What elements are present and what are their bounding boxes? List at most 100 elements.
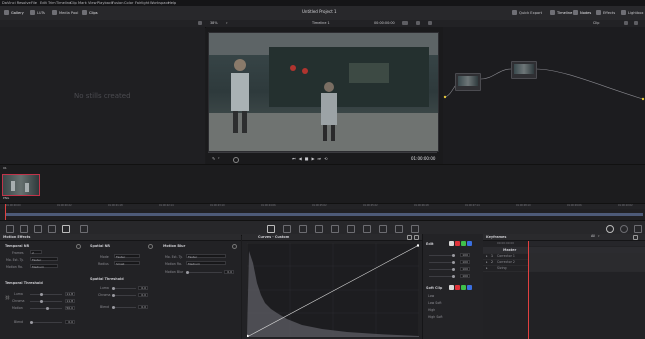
blur-mo-est-select[interactable]: Faster xyxy=(186,254,226,259)
curve-intensity-slider-4[interactable] xyxy=(429,275,455,278)
curve-intensity-slider-2[interactable] xyxy=(429,261,455,264)
scopes-icon[interactable] xyxy=(620,225,628,233)
expand-icon[interactable]: ▸ xyxy=(486,266,488,270)
channel-blue-swatch[interactable] xyxy=(467,241,472,246)
spatial-chroma-slider[interactable] xyxy=(112,294,136,297)
softclip-red-swatch[interactable] xyxy=(455,285,460,290)
channel-value-3[interactable]: 100 xyxy=(460,267,470,271)
menu-trim[interactable]: Trim xyxy=(48,1,56,5)
camera-raw-icon[interactable] xyxy=(6,225,14,233)
info-icon[interactable] xyxy=(634,225,642,233)
sizing-icon[interactable] xyxy=(395,225,403,233)
expand-icon[interactable]: ▸ xyxy=(486,254,488,258)
curve-intensity-slider-1[interactable] xyxy=(429,254,455,257)
menu-mark[interactable]: Mark xyxy=(78,1,87,5)
spatial-radius-select[interactable]: Small xyxy=(114,261,140,266)
softclip-blue-swatch[interactable] xyxy=(467,285,472,290)
timeline-name[interactable]: Timeline 1 xyxy=(312,21,330,25)
key-icon[interactable] xyxy=(379,225,387,233)
keyframes-options-icon[interactable] xyxy=(633,235,638,240)
timeline-toggle[interactable]: Timeline xyxy=(550,10,572,15)
motion-effects-icon[interactable] xyxy=(62,225,70,233)
curve-intensity-slider-3[interactable] xyxy=(429,268,455,271)
blend-slider[interactable] xyxy=(30,321,62,324)
menu-clip[interactable]: Clip xyxy=(70,1,77,5)
color-wheels-icon[interactable] xyxy=(34,225,42,233)
reset-icon[interactable] xyxy=(148,244,153,249)
settings-icon[interactable] xyxy=(416,21,420,25)
chevron-down-icon[interactable]: ▾ xyxy=(218,157,220,160)
motion-slider[interactable] xyxy=(30,307,62,310)
highlight-icon[interactable] xyxy=(233,157,239,163)
tracker-icon[interactable] xyxy=(331,225,339,233)
channel-white-swatch[interactable] xyxy=(449,241,454,246)
blur-motion-range-select[interactable]: Medium xyxy=(186,261,226,266)
motion-blur-value[interactable]: 0.0 xyxy=(224,270,234,274)
channel-green-swatch[interactable] xyxy=(461,241,466,246)
channel-red-swatch[interactable] xyxy=(455,241,460,246)
expand-icon[interactable]: ▸ xyxy=(486,260,488,264)
3d-icon[interactable] xyxy=(411,225,419,233)
clip-mode-select[interactable]: Clip xyxy=(593,21,599,25)
spatial-blend-slider[interactable] xyxy=(112,306,136,309)
curves-icon[interactable] xyxy=(267,225,275,233)
menu-edit[interactable]: Edit xyxy=(40,1,47,5)
channel-value-2[interactable]: 100 xyxy=(460,260,470,264)
keyframes-mode-select[interactable]: All xyxy=(591,234,595,238)
window-icon[interactable] xyxy=(315,225,323,233)
motion-range-select[interactable]: Medium xyxy=(30,264,58,269)
menu-app[interactable]: DaVinci Resolve xyxy=(2,1,31,5)
rgb-mixer-icon[interactable] xyxy=(48,225,56,233)
channel-value-4[interactable]: 100 xyxy=(460,274,470,278)
chevron-down-icon[interactable]: ▾ xyxy=(598,235,600,238)
keyframes-track-area[interactable] xyxy=(529,253,645,271)
reset-icon[interactable] xyxy=(232,244,237,249)
spatial-chroma-value[interactable]: 0.0 xyxy=(138,293,148,297)
menu-playback[interactable]: Playback xyxy=(97,1,113,5)
nodes-toggle[interactable]: Nodes xyxy=(573,10,591,15)
timeline-clip-bar[interactable] xyxy=(6,213,643,216)
curves-options-icon[interactable] xyxy=(407,235,412,240)
clip-thumbnail[interactable] xyxy=(2,174,40,196)
blur-icon[interactable] xyxy=(363,225,371,233)
menu-color[interactable]: Color xyxy=(124,1,133,5)
menu-timeline[interactable]: Timeline xyxy=(56,1,71,5)
node-01[interactable] xyxy=(455,73,481,91)
reset-icon[interactable] xyxy=(76,244,81,249)
magic-mask-icon[interactable] xyxy=(347,225,355,233)
menu-fusion[interactable]: Fusion xyxy=(112,1,124,5)
menu-view[interactable]: View xyxy=(88,1,97,5)
frames-select[interactable]: 2 xyxy=(30,250,42,255)
blend-value[interactable]: 0.0 xyxy=(65,320,75,324)
spatial-luma-slider[interactable] xyxy=(112,287,136,290)
mo-est-select[interactable]: Faster xyxy=(30,257,58,262)
effects-toggle[interactable]: Effects xyxy=(596,10,615,15)
spatial-luma-value[interactable]: 0.0 xyxy=(138,286,148,290)
curves-more-icon[interactable] xyxy=(414,235,419,240)
color-match-icon[interactable] xyxy=(20,225,28,233)
luma-value[interactable]: 11.8 xyxy=(65,292,75,296)
node-options-icon[interactable] xyxy=(634,21,638,25)
channel-value-1[interactable]: 100 xyxy=(460,253,470,257)
quick-export-button[interactable]: Quick Export xyxy=(512,10,542,15)
motion-blur-slider[interactable] xyxy=(186,271,222,274)
grid-view-icon[interactable] xyxy=(198,21,202,25)
hdr-icon[interactable] xyxy=(80,225,88,233)
link-icon[interactable]: ⛓ xyxy=(5,296,10,300)
spatial-blend-value[interactable]: 0.0 xyxy=(138,305,148,309)
node-zoom-icon[interactable] xyxy=(624,21,628,25)
color-warper-icon[interactable] xyxy=(283,225,291,233)
node-02[interactable] xyxy=(511,61,537,79)
keyframes-icon[interactable] xyxy=(606,225,614,233)
chroma-value[interactable]: 11.8 xyxy=(65,299,75,303)
viewer-scrubber[interactable] xyxy=(208,152,437,153)
motion-value[interactable]: 50.0 xyxy=(65,306,75,310)
qualifier-icon[interactable] xyxy=(299,225,307,233)
softclip-green-swatch[interactable] xyxy=(461,285,466,290)
curves-graph[interactable] xyxy=(247,243,419,337)
media-pool-button[interactable]: Media Pool xyxy=(52,10,78,15)
clips-button[interactable]: Clips xyxy=(82,10,98,15)
options-icon[interactable] xyxy=(428,21,432,25)
viewer-mode-icon[interactable] xyxy=(402,21,408,25)
softclip-white-swatch[interactable] xyxy=(449,285,454,290)
